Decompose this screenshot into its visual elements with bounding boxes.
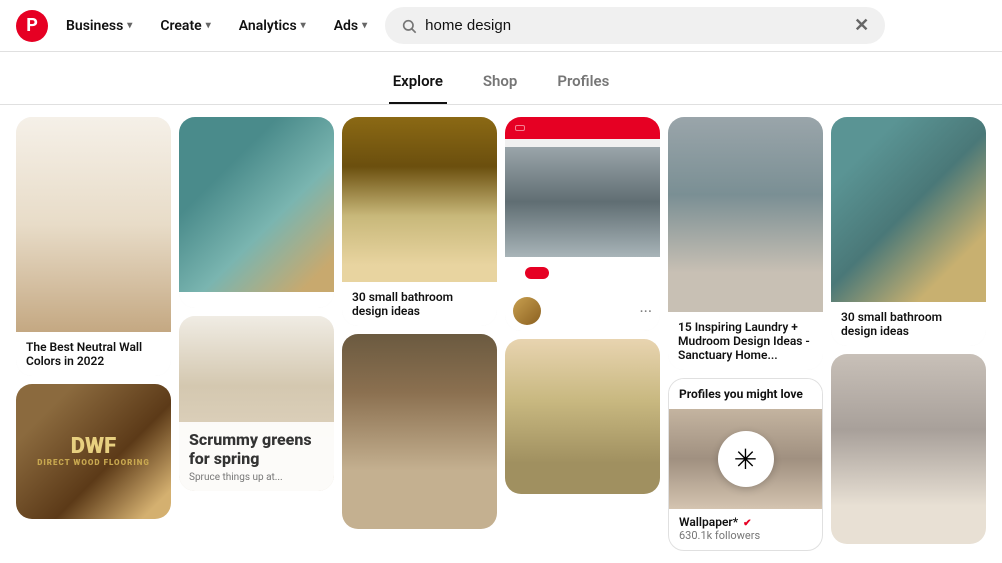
pin-image bbox=[831, 354, 986, 544]
promoted-header bbox=[505, 117, 660, 139]
pin-card[interactable]: DWF DIRECT WOOD FLOORING bbox=[16, 384, 171, 519]
tab-bar: Explore Shop Profiles bbox=[0, 52, 1002, 105]
tab-explore[interactable]: Explore bbox=[389, 64, 447, 104]
pin-title bbox=[179, 292, 334, 308]
pin-card[interactable]: The Best Neutral Wall Colors in 2022 bbox=[16, 117, 171, 376]
tab-shop[interactable]: Shop bbox=[479, 64, 521, 104]
promoted-title bbox=[505, 139, 660, 147]
search-input[interactable] bbox=[425, 17, 846, 34]
chevron-down-icon: ▾ bbox=[362, 20, 367, 31]
nav-ads[interactable]: Ads ▾ bbox=[324, 12, 377, 40]
pin-card[interactable]: 30 small bathroom design ideas bbox=[831, 117, 986, 346]
profile-item[interactable]: Wallpaper* ✔ 630.1k followers bbox=[669, 509, 822, 550]
tab-profiles[interactable]: Profiles bbox=[553, 64, 613, 104]
cta-button[interactable] bbox=[525, 267, 549, 279]
pin-title: 30 small bathroom design ideas bbox=[831, 302, 986, 346]
profile-avatar-icon: ✳ bbox=[734, 443, 757, 476]
pinterest-logo[interactable]: P bbox=[16, 10, 48, 42]
profile-background-image: ✳ bbox=[669, 409, 822, 509]
pin-image bbox=[179, 117, 334, 292]
pin-card[interactable]: 30 small bathroom design ideas bbox=[342, 117, 497, 326]
profile-name: Wallpaper* ✔ bbox=[679, 515, 760, 529]
pin-card[interactable] bbox=[342, 334, 497, 529]
more-options-icon[interactable]: ··· bbox=[639, 302, 652, 321]
profile-avatar: ✳ bbox=[718, 431, 774, 487]
chevron-down-icon: ▾ bbox=[206, 20, 211, 31]
promoted-image bbox=[505, 147, 660, 257]
pin-card[interactable] bbox=[831, 354, 986, 544]
pin-image bbox=[668, 117, 823, 312]
nav-create[interactable]: Create ▾ bbox=[150, 12, 220, 40]
profiles-suggestion-header: Profiles you might love bbox=[669, 379, 822, 409]
pin-card[interactable]: 15 Inspiring Laundry + Mudroom Design Id… bbox=[668, 117, 823, 370]
chevron-down-icon: ▾ bbox=[127, 20, 132, 31]
pin-image bbox=[342, 117, 497, 282]
chevron-down-icon: ▾ bbox=[301, 20, 306, 31]
clear-icon[interactable]: ✕ bbox=[854, 15, 869, 36]
brand-logo bbox=[515, 125, 525, 131]
pin-card[interactable] bbox=[505, 339, 660, 494]
pin-image bbox=[831, 117, 986, 302]
profiles-suggestion-card: Profiles you might love ✳ Wallpaper* ✔ 6… bbox=[668, 378, 823, 551]
main-header: P Business ▾ Create ▾ Analytics ▾ Ads ▾ … bbox=[0, 0, 1002, 52]
pin-grid: The Best Neutral Wall Colors in 2022 DWF… bbox=[0, 105, 1002, 563]
pin-title: 15 Inspiring Laundry + Mudroom Design Id… bbox=[668, 312, 823, 370]
pin-image bbox=[505, 339, 660, 494]
nav-analytics[interactable]: Analytics ▾ bbox=[229, 12, 316, 40]
nav-business[interactable]: Business ▾ bbox=[56, 12, 142, 40]
advertiser-avatar bbox=[513, 297, 541, 325]
pin-image: DWF DIRECT WOOD FLOORING bbox=[16, 384, 171, 519]
profile-info: Wallpaper* ✔ 630.1k followers bbox=[679, 515, 760, 542]
pin-card[interactable]: Scrummy greensfor spring Spruce things u… bbox=[179, 316, 334, 491]
profile-followers: 630.1k followers bbox=[679, 529, 760, 542]
ad-footer: ··· bbox=[505, 291, 660, 331]
pin-image bbox=[342, 334, 497, 529]
pin-image bbox=[16, 117, 171, 332]
pin-card[interactable] bbox=[179, 117, 334, 308]
search-bar: ✕ bbox=[385, 7, 885, 44]
search-icon bbox=[401, 18, 417, 34]
promoted-pin[interactable]: ··· bbox=[505, 117, 660, 331]
pin-image: Scrummy greensfor spring Spruce things u… bbox=[179, 316, 334, 491]
verified-icon: ✔ bbox=[743, 518, 751, 529]
pin-title: The Best Neutral Wall Colors in 2022 bbox=[16, 332, 171, 376]
pin-title: 30 small bathroom design ideas bbox=[342, 282, 497, 326]
